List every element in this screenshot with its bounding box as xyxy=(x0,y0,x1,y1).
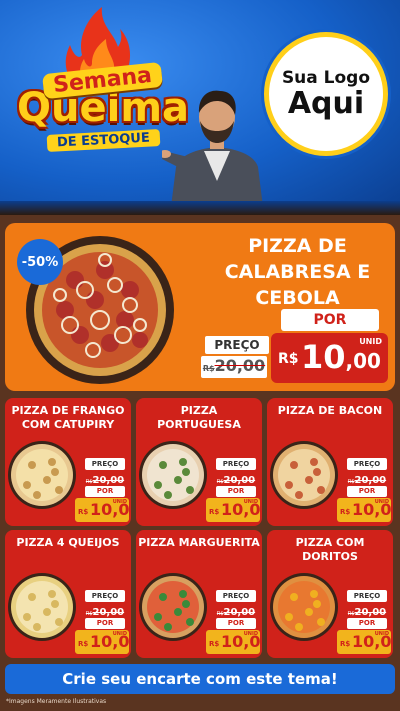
old-currency: R$ xyxy=(202,364,215,373)
old-price-value: 20,00 xyxy=(354,475,387,486)
pizza-image xyxy=(8,573,76,641)
price-currency: R$ xyxy=(78,508,89,516)
preco-label: PREÇO xyxy=(347,458,387,470)
old-currency: R$ xyxy=(216,611,224,617)
product-name: PIZZA COM DORITOS xyxy=(295,536,365,563)
old-price: R$20,00 xyxy=(83,604,127,618)
old-price-value: 20,00 xyxy=(223,607,256,618)
product-card[interactable]: PIZZA COM DORITOS PREÇO R$20,00 POR R$ 1… xyxy=(267,530,393,658)
featured-por-label: POR xyxy=(281,309,379,331)
old-price-value: 20,00 xyxy=(223,475,256,486)
price-currency: R$ xyxy=(340,640,351,648)
header-divider xyxy=(0,201,400,215)
header-banner: Semana Queima DE ESTOQUE Sua Logo Aqui xyxy=(0,0,400,215)
price-tag: R$ 10,00 UNID xyxy=(75,630,131,654)
pizza-image xyxy=(139,573,207,641)
featured-product-card[interactable]: -50% PIZZA DE CALABRESA E CEBOLA POR PRE… xyxy=(5,223,395,391)
product-name: PIZZA DE BACON xyxy=(277,404,383,417)
disclaimer-text: *Imagens Meramente Ilustrativas xyxy=(6,698,107,705)
price-currency: R$ xyxy=(340,508,351,516)
price-tag: R$ 10,00 UNID xyxy=(206,630,262,654)
featured-price-tag: R$ 10,00 UNID xyxy=(271,333,388,383)
unit-label: UNID xyxy=(243,631,258,637)
logo-text-line2: Aqui xyxy=(287,86,365,121)
unit-label: UNID xyxy=(359,337,382,346)
old-price-value: 20,00 xyxy=(92,475,125,486)
price-int: 10 xyxy=(301,338,346,376)
unit-label: UNID xyxy=(112,631,127,637)
product-name: PIZZA MARGUERITA xyxy=(138,536,260,549)
old-currency: R$ xyxy=(347,611,355,617)
product-card[interactable]: PIZZA 4 QUEIJOS PREÇO R$20,00 POR R$ 10,… xyxy=(5,530,131,658)
featured-preco-label: PREÇO xyxy=(205,336,269,354)
product-name: PIZZA PORTUGUESA xyxy=(157,404,241,431)
price-tag: R$ 10,00 UNID xyxy=(206,498,262,522)
old-price: R$20,00 xyxy=(214,604,258,618)
price-tag: R$ 10,00 UNID xyxy=(337,498,393,522)
old-price-value: 20,00 xyxy=(354,607,387,618)
old-currency: R$ xyxy=(85,611,93,617)
price-tag: R$ 10,00 UNID xyxy=(75,498,131,522)
price-currency: R$ xyxy=(209,640,220,648)
featured-product-name: PIZZA DE CALABRESA E CEBOLA xyxy=(224,235,371,309)
unit-label: UNID xyxy=(112,499,127,505)
old-currency: R$ xyxy=(85,479,93,485)
product-card[interactable]: PIZZA DE BACON PREÇO R$20,00 POR R$ 10,0… xyxy=(267,398,393,526)
preco-label: PREÇO xyxy=(216,458,256,470)
unit-label: UNID xyxy=(374,631,389,637)
product-card[interactable]: PIZZA PORTUGUESA PREÇO R$20,00 POR R$ 10… xyxy=(136,398,262,526)
por-label: POR xyxy=(216,486,256,497)
pizza-image xyxy=(139,441,207,509)
unit-label: UNID xyxy=(374,499,389,505)
por-label: POR xyxy=(85,486,125,497)
discount-badge: -50% xyxy=(17,239,63,285)
old-price-value: 20,00 xyxy=(214,356,266,375)
product-name: PIZZA DE FRANGO COM CATUPIRY xyxy=(11,404,125,431)
price-currency: R$ xyxy=(278,351,299,367)
por-label: POR xyxy=(347,486,387,497)
product-name: PIZZA 4 QUEIJOS xyxy=(16,536,120,549)
man-pointing-image xyxy=(162,90,264,215)
product-card[interactable]: PIZZA MARGUERITA PREÇO R$20,00 POR R$ 10… xyxy=(136,530,262,658)
title-de-estoque: DE ESTOQUE xyxy=(46,129,160,152)
preco-label: PREÇO xyxy=(216,590,256,602)
price-currency: R$ xyxy=(78,640,89,648)
preco-label: PREÇO xyxy=(85,590,125,602)
old-price: R$20,00 xyxy=(345,472,389,486)
preco-label: PREÇO xyxy=(85,458,125,470)
unit-label: UNID xyxy=(243,499,258,505)
old-currency: R$ xyxy=(347,479,355,485)
price-currency: R$ xyxy=(209,508,220,516)
old-currency: R$ xyxy=(216,479,224,485)
price-tag: R$ 10,00 UNID xyxy=(337,630,393,654)
featured-old-price: R$20,00 xyxy=(201,356,267,378)
price-dec: ,00 xyxy=(345,349,381,373)
old-price-value: 20,00 xyxy=(92,607,125,618)
old-price: R$20,00 xyxy=(214,472,258,486)
product-card[interactable]: PIZZA DE FRANGO COM CATUPIRY PREÇO R$20,… xyxy=(5,398,131,526)
por-label: POR xyxy=(347,618,387,629)
old-price: R$20,00 xyxy=(83,472,127,486)
pizza-image xyxy=(270,573,338,641)
por-label: POR xyxy=(85,618,125,629)
logo-placeholder: Sua Logo Aqui xyxy=(264,32,388,156)
pizza-image xyxy=(8,441,76,509)
preco-label: PREÇO xyxy=(347,590,387,602)
create-flyer-button[interactable]: Crie seu encarte com este tema! xyxy=(5,664,395,694)
old-price: R$20,00 xyxy=(345,604,389,618)
logo-text-line1: Sua Logo xyxy=(281,68,371,88)
pizza-image xyxy=(270,441,338,509)
por-label: POR xyxy=(216,618,256,629)
